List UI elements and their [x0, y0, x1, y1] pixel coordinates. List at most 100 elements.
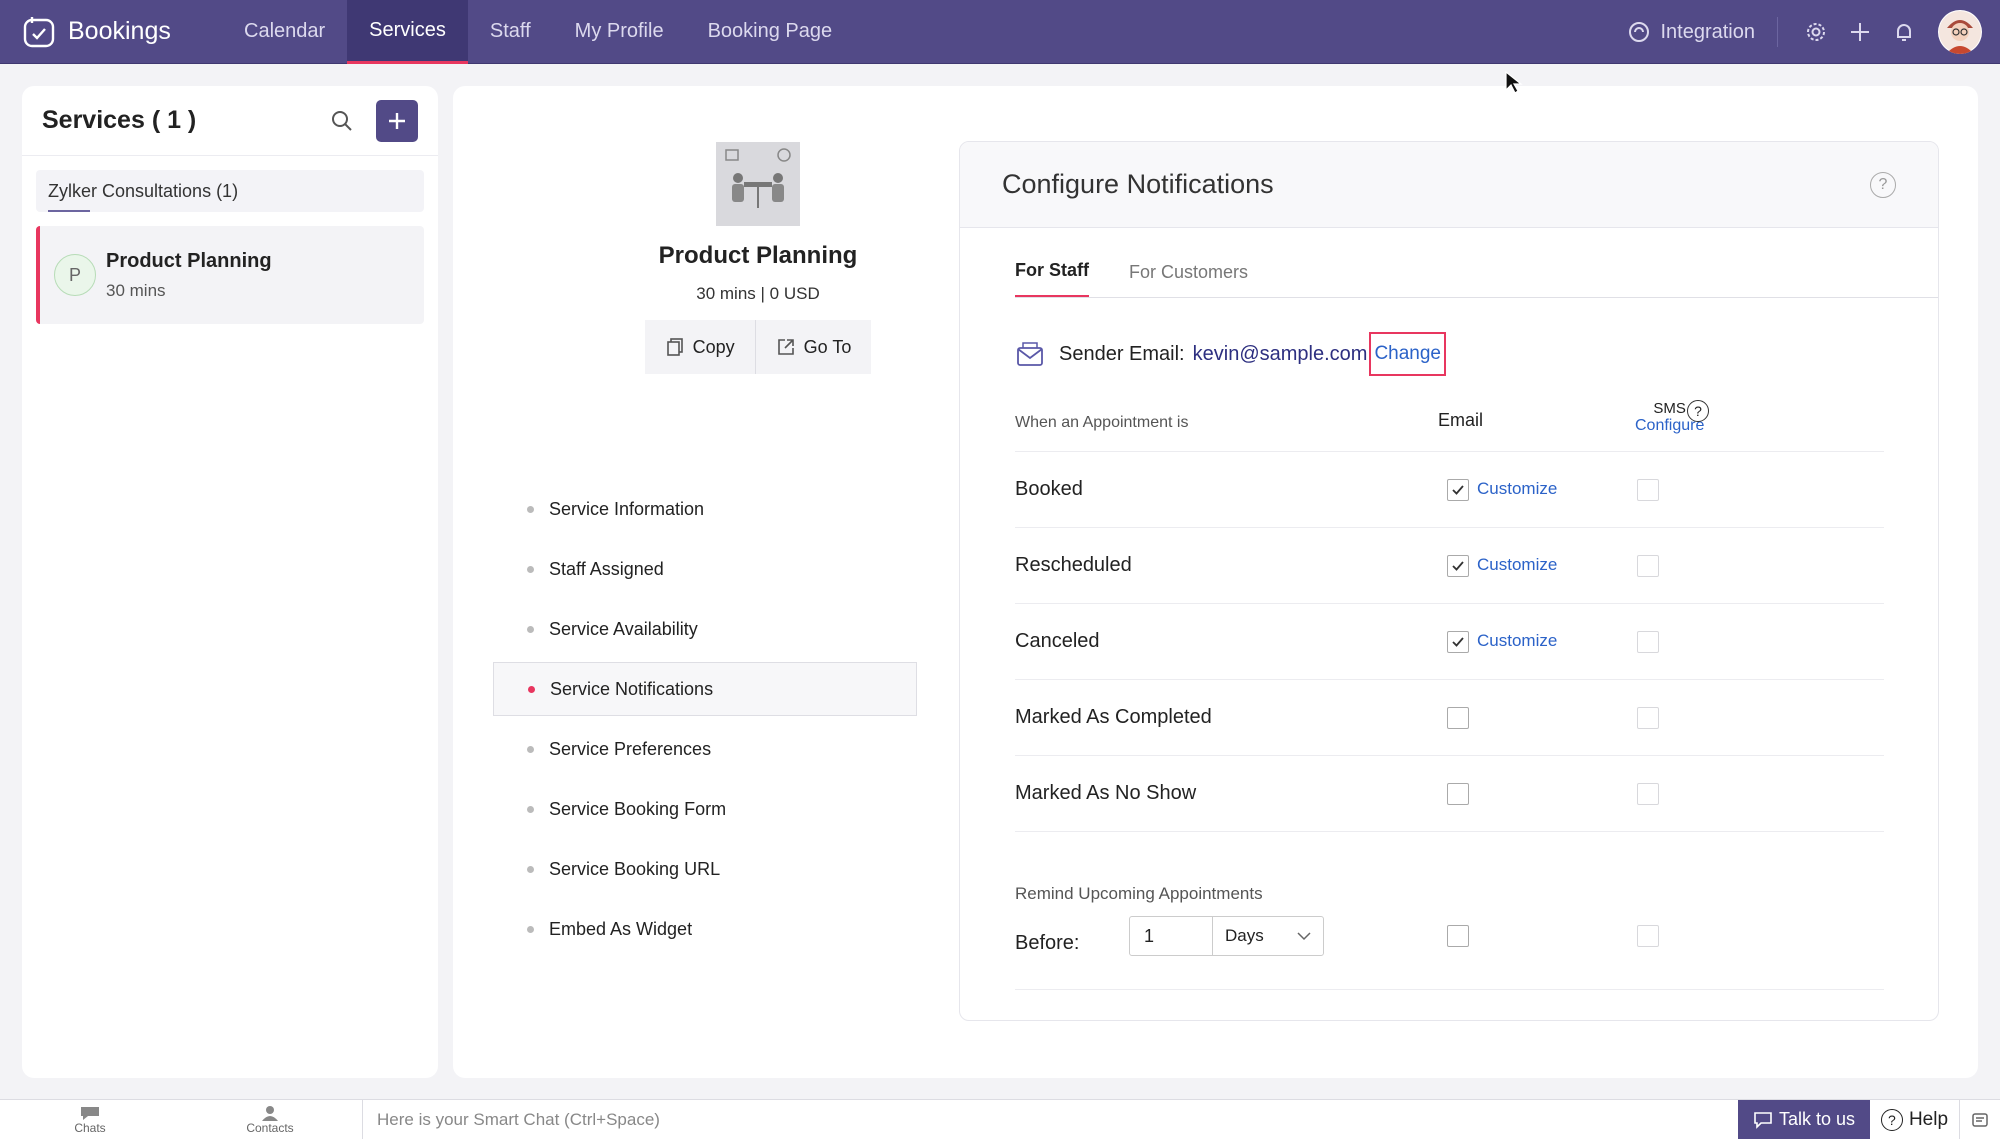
mouse-cursor-icon	[1505, 70, 1523, 94]
bullet-icon	[527, 925, 534, 933]
menu-service-information[interactable]: Service Information	[493, 482, 917, 536]
add-service-button[interactable]	[376, 99, 418, 142]
chat-bubble-icon	[81, 1106, 99, 1120]
copy-button[interactable]: Copy	[644, 320, 755, 374]
config-title: Configure Notifications	[1002, 169, 1274, 199]
menu-service-notifications[interactable]: Service Notifications	[493, 662, 917, 716]
service-title: Product Planning	[658, 242, 858, 269]
no-show-email-checkbox[interactable]	[1447, 783, 1469, 805]
rescheduled-email-checkbox[interactable]	[1447, 555, 1469, 577]
notification-row-booked: Booked Customize	[1015, 452, 1884, 528]
row-label: Booked	[1015, 478, 1083, 500]
help-icon[interactable]: ?	[1870, 171, 1896, 198]
integration-button[interactable]: Integration	[1628, 17, 1778, 47]
service-group-zylker[interactable]: Zylker Consultations (1)	[36, 170, 424, 212]
bullet-icon	[527, 505, 534, 513]
feedback-icon	[1972, 1112, 1988, 1127]
avatar-icon	[1939, 11, 1981, 54]
tab-for-customers[interactable]: For Customers	[1129, 262, 1248, 297]
no-show-sms-checkbox[interactable]	[1637, 783, 1659, 805]
help-button[interactable]: ? Help	[1870, 1099, 1960, 1139]
menu-service-availability[interactable]: Service Availability	[493, 602, 917, 656]
tab-staff[interactable]: Staff	[468, 0, 553, 64]
rescheduled-customize-link[interactable]: Customize	[1477, 555, 1557, 575]
before-unit-value: Days	[1225, 926, 1264, 945]
notifications-button[interactable]	[1882, 21, 1926, 43]
bottom-bar: Chats Contacts Here is your Smart Chat (…	[0, 1099, 2000, 1139]
main-nav: Calendar Services Staff My Profile Booki…	[222, 0, 854, 64]
canceled-email-checkbox[interactable]	[1447, 631, 1469, 653]
service-item-product-planning[interactable]: P Product Planning 30 mins	[36, 226, 424, 324]
contacts-button[interactable]: Contacts	[180, 1105, 360, 1135]
rescheduled-sms-checkbox[interactable]	[1637, 555, 1659, 577]
menu-service-booking-form[interactable]: Service Booking Form	[493, 782, 917, 836]
top-bar: Bookings Calendar Services Staff My Prof…	[0, 0, 2000, 64]
remind-row: Before: 1 Days	[1015, 916, 1884, 990]
user-avatar[interactable]	[1938, 10, 1982, 54]
tab-my-profile[interactable]: My Profile	[553, 0, 686, 64]
tab-calendar[interactable]: Calendar	[222, 0, 347, 64]
notification-row-no-show: Marked As No Show	[1015, 756, 1884, 832]
menu-embed-as-widget[interactable]: Embed As Widget	[493, 902, 917, 956]
service-meta: 30 mins | 0 USD	[696, 284, 820, 303]
copy-icon	[666, 338, 683, 356]
add-button[interactable]	[1838, 21, 1882, 43]
bullet-icon	[527, 625, 534, 633]
completed-email-checkbox[interactable]	[1447, 707, 1469, 729]
service-item-name: Product Planning	[106, 249, 272, 272]
menu-service-booking-url[interactable]: Service Booking URL	[493, 842, 917, 896]
search-icon	[332, 110, 352, 131]
before-value-input[interactable]: 1	[1129, 916, 1213, 956]
service-detail-panel: Product Planning 30 mins | 0 USD Copy Go…	[453, 86, 1978, 1078]
bullet-icon	[527, 805, 534, 813]
talk-to-us-button[interactable]: Talk to us	[1738, 1099, 1870, 1139]
tab-services[interactable]: Services	[347, 0, 468, 64]
row-label: Marked As Completed	[1015, 706, 1212, 728]
contact-person-icon	[262, 1105, 278, 1121]
sms-column-label: SMS	[1653, 400, 1686, 417]
gear-icon	[1807, 23, 1825, 41]
app-brand[interactable]: Bookings	[22, 15, 222, 49]
bell-icon	[1897, 24, 1911, 41]
booked-customize-link[interactable]: Customize	[1477, 479, 1557, 499]
remind-email-checkbox[interactable]	[1447, 925, 1469, 947]
email-column-label: Email	[1438, 410, 1484, 430]
smart-chat-input[interactable]: Here is your Smart Chat (Ctrl+Space)	[362, 1099, 1738, 1139]
chats-label: Chats	[74, 1120, 106, 1135]
service-image[interactable]	[716, 142, 800, 226]
row-label: Rescheduled	[1015, 554, 1132, 576]
canceled-sms-checkbox[interactable]	[1637, 631, 1659, 653]
settings-button[interactable]	[1794, 21, 1838, 43]
booked-email-checkbox[interactable]	[1447, 479, 1469, 501]
when-column-label: When an Appointment is	[1015, 414, 1189, 431]
notification-row-completed: Marked As Completed	[1015, 680, 1884, 756]
before-label: Before:	[1015, 932, 1080, 954]
go-to-button[interactable]: Go To	[754, 320, 872, 374]
change-sender-link[interactable]: Change	[1369, 332, 1446, 376]
help-icon: ?	[1880, 1108, 1903, 1131]
checkmark-icon	[1452, 561, 1464, 571]
service-header: Product Planning 30 mins | 0 USD Copy Go…	[593, 142, 923, 374]
search-button[interactable]	[322, 101, 362, 141]
remind-section-title: Remind Upcoming Appointments	[1015, 884, 1263, 903]
tab-for-staff[interactable]: For Staff	[1015, 260, 1089, 297]
menu-staff-assigned[interactable]: Staff Assigned	[493, 542, 917, 596]
service-item-duration: 30 mins	[106, 280, 166, 300]
notification-row-rescheduled: Rescheduled Customize	[1015, 528, 1884, 604]
booked-sms-checkbox[interactable]	[1637, 479, 1659, 501]
remind-sms-checkbox[interactable]	[1637, 925, 1659, 947]
bullet-icon	[527, 865, 534, 873]
sms-help-icon[interactable]: ?	[1687, 400, 1709, 422]
services-title: Services ( 1 )	[42, 106, 197, 134]
plus-icon	[389, 112, 405, 129]
canceled-customize-link[interactable]: Customize	[1477, 631, 1557, 651]
feedback-button[interactable]	[1960, 1110, 2000, 1130]
checkmark-icon	[1452, 637, 1464, 647]
service-initial-badge: P	[54, 254, 96, 296]
completed-sms-checkbox[interactable]	[1637, 707, 1659, 729]
tab-booking-page[interactable]: Booking Page	[686, 0, 855, 64]
before-unit-select[interactable]: Days	[1212, 916, 1324, 956]
chats-button[interactable]: Chats	[0, 1105, 180, 1135]
bullet-icon	[528, 685, 535, 693]
menu-service-preferences[interactable]: Service Preferences	[493, 722, 917, 776]
